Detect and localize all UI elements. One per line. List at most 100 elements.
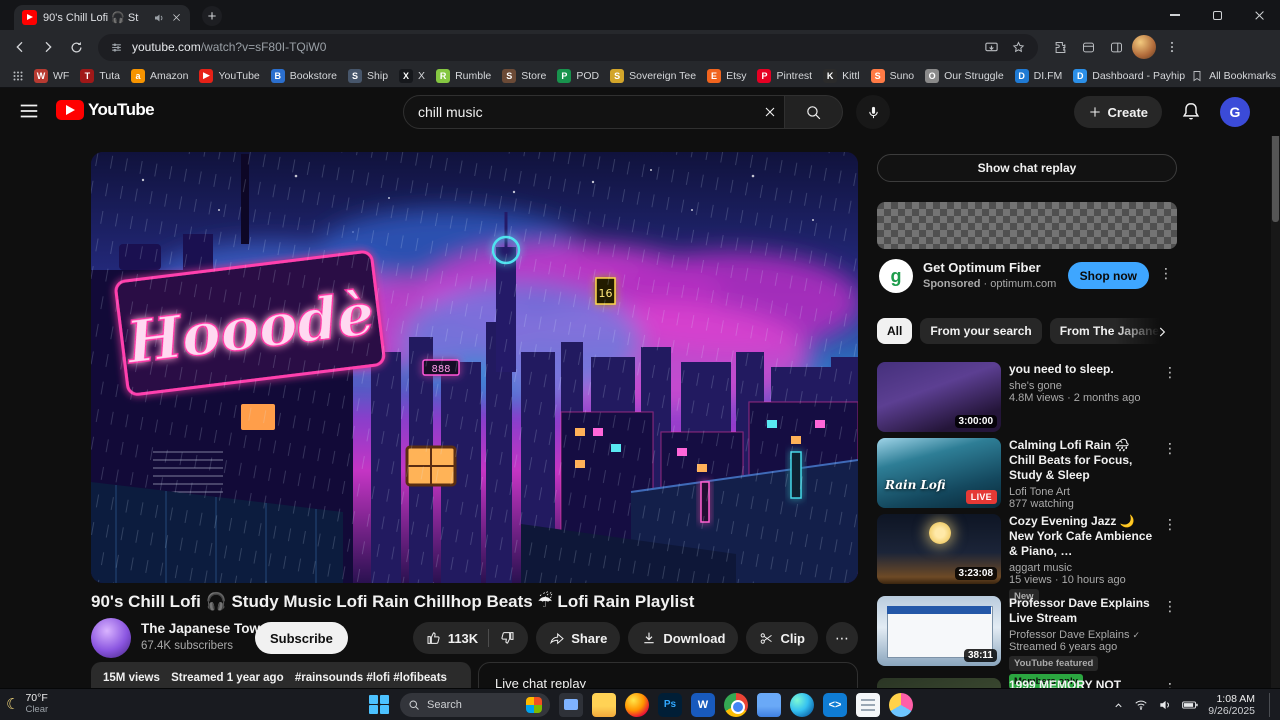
bookmark-item[interactable]: S Store: [497, 66, 551, 86]
bookmark-item[interactable]: XX: [394, 66, 430, 86]
like-count[interactable]: 113K: [448, 631, 478, 646]
chips-next-icon[interactable]: [1149, 319, 1175, 345]
guide-menu-icon[interactable]: [18, 100, 42, 124]
youtube-logo[interactable]: YouTube: [56, 100, 155, 120]
battery-icon[interactable]: [1182, 699, 1198, 711]
bookmark-item[interactable]: P POD: [552, 66, 604, 86]
photoshop-icon[interactable]: Ps: [658, 692, 682, 717]
voice-search-button[interactable]: [856, 95, 890, 129]
suggestion-title[interactable]: Professor Dave Explains Live Stream: [1009, 596, 1155, 626]
video-player[interactable]: 888 16 Hooodè: [91, 152, 858, 583]
suggestion-thumbnail[interactable]: 38:11: [877, 596, 1001, 666]
suggestion-thumbnail[interactable]: Rain Lofi LIVE: [877, 438, 1001, 508]
all-bookmarks-button[interactable]: All Bookmarks: [1191, 70, 1280, 82]
chip-all[interactable]: All: [877, 318, 913, 344]
bookmark-item[interactable]: R Rumble: [431, 66, 496, 86]
side-panel-icon[interactable]: [1102, 33, 1130, 61]
suggestion-thumbnail[interactable]: 3:00:00: [877, 362, 1001, 432]
suggestion-item[interactable]: 3:00:00 you need to sleep. she's gone 4.…: [877, 362, 1177, 432]
site-info-icon[interactable]: [110, 41, 123, 54]
word-icon[interactable]: W: [691, 692, 715, 717]
bookmark-item[interactable]: ▶ YouTube: [194, 66, 264, 86]
back-button[interactable]: [6, 33, 34, 61]
show-chat-replay-button[interactable]: Show chat replay: [877, 154, 1177, 182]
search-button[interactable]: [785, 95, 843, 129]
tab-close-icon[interactable]: [172, 13, 181, 22]
folder-icon[interactable]: [757, 692, 781, 717]
window-minimize-button[interactable]: [1154, 0, 1196, 30]
suggestion-item[interactable]: Rain Lofi LIVE Calming Lofi Rain 🌧 Chill…: [877, 438, 1177, 510]
apps-grid-icon[interactable]: [8, 66, 28, 86]
suggestion-menu-icon[interactable]: ⋮: [1163, 516, 1177, 533]
bookmark-item[interactable]: B Bookstore: [266, 66, 342, 86]
bookmark-item[interactable]: D DI.FM: [1010, 66, 1068, 86]
more-actions-icon[interactable]: ⋯: [826, 622, 858, 654]
page-scrollbar[interactable]: [1271, 88, 1280, 688]
like-icon[interactable]: [426, 630, 442, 646]
suggestion-channel[interactable]: she's gone: [1009, 380, 1155, 392]
create-button[interactable]: Create: [1073, 96, 1162, 128]
suggestion-channel[interactable]: Lofi Tone Art: [1009, 486, 1155, 498]
bookmark-item[interactable]: E Etsy: [702, 66, 751, 86]
clip-button[interactable]: Clip: [746, 622, 818, 654]
bookmark-star-icon[interactable]: [1011, 40, 1026, 55]
suggestion-channel[interactable]: aggart music: [1009, 562, 1155, 574]
vscode-icon[interactable]: <>: [823, 692, 847, 717]
suggestion-item[interactable]: 3:23:08 Cozy Evening Jazz 🌙 New York Caf…: [877, 514, 1177, 604]
suggestion-title[interactable]: Calming Lofi Rain 🌧 Chill Beats for Focu…: [1009, 438, 1155, 483]
new-tab-button[interactable]: +: [202, 6, 222, 26]
suggestion-title[interactable]: Cozy Evening Jazz 🌙 New York Cafe Ambien…: [1009, 514, 1155, 559]
tray-chevron-icon[interactable]: [1113, 700, 1124, 711]
file-explorer-icon[interactable]: [592, 692, 616, 717]
profile-avatar[interactable]: [1130, 33, 1158, 61]
taskbar-search[interactable]: Search: [400, 692, 550, 717]
bookmark-item[interactable]: S Suno: [866, 66, 920, 86]
ad-title[interactable]: Get Optimum Fiber: [923, 260, 1041, 275]
firefox-icon[interactable]: [625, 692, 649, 717]
paint-icon[interactable]: [889, 692, 913, 717]
bookmark-item[interactable]: P Pintrest: [752, 66, 817, 86]
ad-info-row[interactable]: g Get Optimum Fiber Sponsored · optimum.…: [877, 257, 1177, 301]
bookmark-item[interactable]: K Kittl: [818, 66, 865, 86]
bookmark-item[interactable]: S Sovereign Tee: [605, 66, 701, 86]
browser-tab[interactable]: 90's Chill Lofi 🎧 Study Mu: [14, 5, 190, 30]
search-input[interactable]: [418, 104, 762, 120]
ad-banner[interactable]: [877, 202, 1177, 249]
start-button[interactable]: [367, 693, 391, 717]
share-button[interactable]: Share: [536, 622, 621, 654]
bookmark-item[interactable]: W WF: [29, 66, 74, 86]
chip-from-your-search[interactable]: From your search: [920, 318, 1042, 344]
suggestion-menu-icon[interactable]: ⋮: [1163, 440, 1177, 457]
extensions-icon[interactable]: [1046, 33, 1074, 61]
address-bar[interactable]: youtube.com/watch?v=sF80I-TQiW0: [98, 33, 1038, 61]
channel-name[interactable]: The Japanese Town: [141, 621, 268, 636]
reload-button[interactable]: [62, 33, 90, 61]
suggestion-thumbnail[interactable]: 3:23:08: [877, 514, 1001, 584]
channel-avatar[interactable]: [91, 618, 131, 658]
wifi-icon[interactable]: [1134, 698, 1148, 712]
show-desktop-button[interactable]: [1269, 693, 1272, 717]
account-avatar[interactable]: G: [1220, 97, 1250, 127]
bookmark-item[interactable]: a Amazon: [126, 66, 194, 86]
bookmark-item[interactable]: O Our Struggle: [920, 66, 1009, 86]
weather-widget[interactable]: ☾ 70°F Clear: [6, 692, 48, 715]
url-text[interactable]: youtube.com/watch?v=sF80I-TQiW0: [132, 40, 326, 54]
ad-shop-now-button[interactable]: Shop now: [1067, 262, 1149, 289]
subscribe-button[interactable]: Subscribe: [255, 622, 348, 654]
dislike-icon[interactable]: [499, 630, 515, 646]
bookmark-item[interactable]: S Ship: [343, 66, 393, 86]
forward-button[interactable]: [34, 33, 62, 61]
volume-icon[interactable]: [1158, 698, 1172, 712]
ad-logo[interactable]: g: [879, 259, 913, 293]
tab-search-icon[interactable]: [1074, 33, 1102, 61]
suggestion-item[interactable]: 38:11 Professor Dave Explains Live Strea…: [877, 596, 1177, 689]
browser-menu-icon[interactable]: [1158, 33, 1186, 61]
clear-search-icon[interactable]: [762, 104, 778, 120]
search-box[interactable]: [403, 95, 785, 129]
taskbar-clock[interactable]: 1:08 AM 9/26/2025: [1208, 693, 1255, 717]
bookmark-item[interactable]: T Tuta: [75, 66, 125, 86]
edge-icon[interactable]: [790, 692, 814, 717]
task-view-icon[interactable]: [559, 692, 583, 717]
notepad-icon[interactable]: [856, 692, 880, 717]
send-to-device-icon[interactable]: [984, 40, 999, 55]
